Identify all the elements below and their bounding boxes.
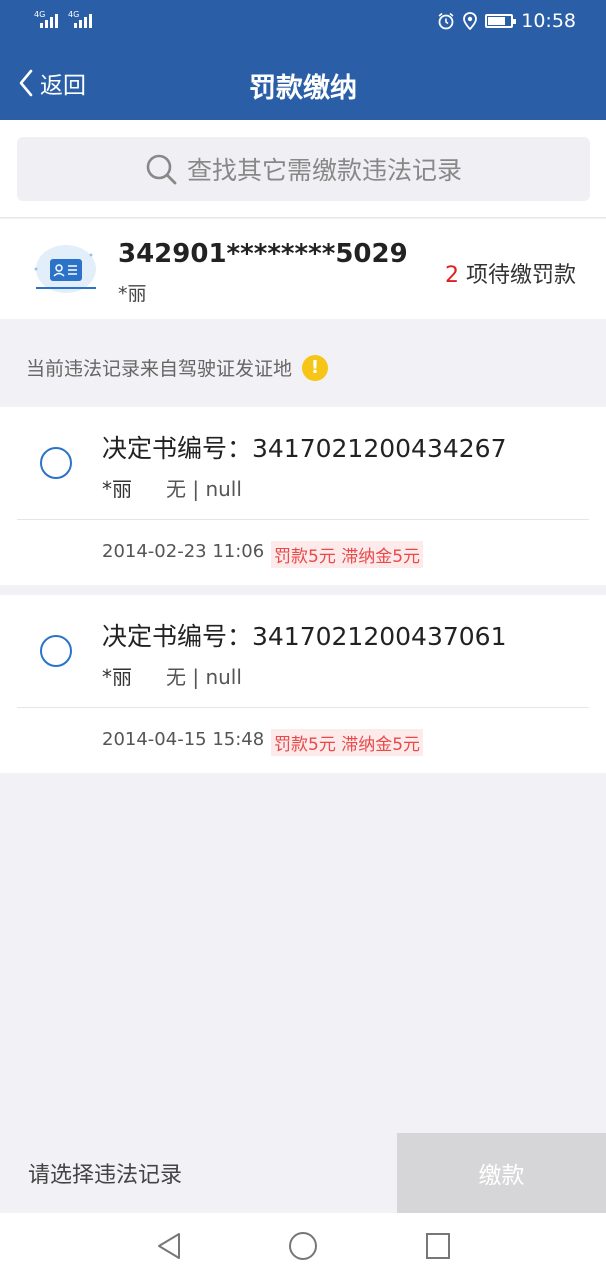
search-input[interactable]: 查找其它需缴款违法记录 — [17, 137, 590, 201]
record-plate: 无 | null — [166, 477, 242, 501]
pending-count-label: 2 项待缴罚款 — [445, 257, 576, 289]
location-icon — [463, 12, 478, 30]
home-nav-icon[interactable] — [288, 1231, 318, 1261]
warning-icon[interactable]: ! — [302, 354, 329, 381]
clock: 10:58 — [521, 10, 576, 32]
page-title: 罚款缴纳 — [249, 73, 357, 104]
decision-number: 决定书编号：3417021200434267 — [102, 434, 507, 463]
license-number: 342901********5029 — [118, 239, 408, 269]
pay-button[interactable]: 缴款 — [397, 1133, 606, 1213]
signal-icon: 4G — [34, 10, 58, 28]
pending-count: 2 — [445, 263, 459, 288]
record-radio[interactable] — [40, 635, 72, 667]
record-owner: *丽 — [102, 665, 132, 689]
record-subline: *丽 无 | null — [102, 661, 242, 690]
status-right: 10:58 — [437, 10, 576, 32]
violation-record[interactable]: 决定书编号：3417021200437061 *丽 无 | null 2014-… — [0, 595, 606, 773]
source-notice: 当前违法记录来自驾驶证发证地 ! — [26, 354, 329, 381]
divider — [17, 707, 589, 708]
system-nav-bar — [0, 1213, 606, 1280]
record-plate: 无 | null — [166, 665, 242, 689]
violation-record[interactable]: 决定书编号：3417021200434267 *丽 无 | null 2014-… — [0, 407, 606, 585]
back-nav-icon[interactable] — [155, 1231, 183, 1261]
battery-icon — [485, 14, 517, 28]
recents-nav-icon[interactable] — [424, 1231, 452, 1261]
alarm-icon — [438, 12, 454, 30]
record-fine: 罚款5元 滞纳金5元 — [271, 729, 424, 756]
notice-text: 当前违法记录来自驾驶证发证地 — [26, 358, 293, 380]
search-icon — [146, 154, 177, 185]
license-card: 342901********5029 *丽 2 项待缴罚款 — [0, 219, 606, 319]
record-radio[interactable] — [40, 447, 72, 479]
record-owner: *丽 — [102, 477, 132, 501]
record-datetime: 2014-02-23 11:06 — [102, 541, 265, 562]
record-datetime: 2014-04-15 15:48 — [102, 729, 265, 750]
bottom-bar: 请选择违法记录 缴款 — [0, 1133, 606, 1213]
decision-number: 决定书编号：3417021200437061 — [102, 622, 507, 651]
id-card-icon — [34, 245, 96, 293]
network-type: 4G — [68, 10, 80, 19]
signal-icon: 4G — [68, 10, 92, 28]
search-section: 查找其它需缴款违法记录 — [0, 120, 606, 218]
select-prompt: 请选择违法记录 — [0, 1133, 397, 1213]
pending-suffix: 项待缴罚款 — [459, 263, 576, 288]
record-subline: *丽 无 | null — [102, 473, 242, 502]
license-holder: *丽 — [118, 283, 147, 305]
record-fine: 罚款5元 滞纳金5元 — [271, 541, 424, 568]
nav-bar: 返回 罚款缴纳 — [0, 46, 606, 120]
search-placeholder: 查找其它需缴款违法记录 — [186, 156, 462, 185]
status-bar: 4G 4G 10:58 — [0, 0, 606, 46]
divider — [17, 519, 589, 520]
network-type: 4G — [34, 10, 46, 19]
signal-indicators: 4G 4G — [34, 10, 92, 28]
